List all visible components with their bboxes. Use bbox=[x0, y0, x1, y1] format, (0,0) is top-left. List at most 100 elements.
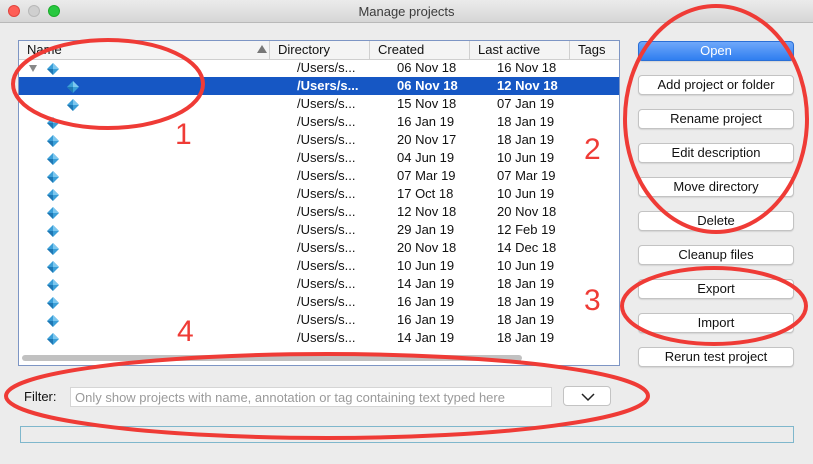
project-created: 14 Jan 19 bbox=[397, 276, 455, 291]
project-icon bbox=[47, 296, 59, 309]
project-directory: /Users/s... bbox=[297, 186, 356, 201]
project-directory: /Users/s... bbox=[297, 60, 356, 75]
project-directory: /Users/s... bbox=[297, 294, 356, 309]
delete-button[interactable]: Delete bbox=[638, 211, 794, 231]
project-last-active: 16 Nov 18 bbox=[497, 60, 557, 75]
table-row[interactable]: Wibble/Users/s...20 Nov 1814 Dec 18 bbox=[19, 239, 619, 257]
title-bar: Manage projects bbox=[0, 0, 813, 23]
project-last-active: 20 Nov 18 bbox=[497, 204, 557, 219]
table-row[interactable]: gere/Users/s...16 Jan 1918 Jan 19 bbox=[19, 293, 619, 311]
project-created: 04 Jun 19 bbox=[397, 150, 455, 165]
table-header: Name Directory Created Last active Tags bbox=[19, 41, 619, 60]
project-icon bbox=[47, 332, 59, 345]
table-body: 20181106_phaser_crystal_co.../Users/s...… bbox=[19, 59, 619, 347]
project-created: 14 Jan 19 bbox=[397, 330, 455, 345]
sort-ascending-icon bbox=[257, 45, 267, 53]
project-last-active: 10 Jun 19 bbox=[497, 150, 555, 165]
projects-tree[interactable]: Name Directory Created Last active Tags … bbox=[18, 40, 620, 366]
edit-description-button[interactable]: Edit description bbox=[638, 143, 794, 163]
import-button[interactable]: Import bbox=[638, 313, 794, 333]
project-icon bbox=[47, 116, 59, 129]
project-directory: /Users/s... bbox=[297, 168, 356, 183]
project-icon bbox=[47, 242, 59, 255]
project-directory: /Users/s... bbox=[297, 240, 356, 255]
expand-triangle-icon[interactable] bbox=[29, 65, 37, 72]
project-created: 15 Nov 18 bbox=[397, 96, 457, 111]
status-bar bbox=[20, 426, 794, 443]
horizontal-scrollbar[interactable] bbox=[22, 355, 522, 361]
filter-label: Filter: bbox=[24, 389, 57, 404]
project-created: 10 Jun 19 bbox=[397, 258, 455, 273]
project-icon bbox=[47, 170, 59, 183]
project-created: 29 Jan 19 bbox=[397, 222, 455, 237]
table-row[interactable]: MrBUMPTest/Users/s...17 Oct 1810 Jun 19 bbox=[19, 185, 619, 203]
project-icon bbox=[47, 134, 59, 147]
project-directory: /Users/s... bbox=[297, 204, 356, 219]
table-row[interactable]: rnase/Users/s...16 Jan 1918 Jan 19 bbox=[19, 311, 619, 329]
annotation-number-3: 3 bbox=[584, 284, 601, 317]
project-last-active: 18 Jan 19 bbox=[497, 132, 555, 147]
project-last-active: 18 Jan 19 bbox=[497, 114, 555, 129]
table-row[interactable]: 5yca/Users/s...16 Jan 1918 Jan 19 bbox=[19, 113, 619, 131]
window-title: Manage projects bbox=[358, 4, 455, 19]
project-last-active: 10 Jun 19 bbox=[497, 258, 555, 273]
column-header-tags[interactable]: Tags bbox=[569, 41, 619, 59]
rerun-test-project-button[interactable]: Rerun test project bbox=[638, 347, 794, 367]
project-last-active: 12 Nov 18 bbox=[497, 78, 558, 93]
table-row[interactable]: S100/Users/s...29 Jan 1912 Feb 19 bbox=[19, 221, 619, 239]
add-project-or-folder-button[interactable]: Add project or folder bbox=[638, 75, 794, 95]
project-directory: /Users/s... bbox=[297, 258, 356, 273]
export-button[interactable]: Export bbox=[638, 279, 794, 299]
project-icon bbox=[47, 278, 59, 291]
move-directory-button[interactable]: Move directory bbox=[638, 177, 794, 197]
project-created: 16 Jan 19 bbox=[397, 114, 455, 129]
project-directory: /Users/s... bbox=[297, 330, 356, 345]
filter-input[interactable] bbox=[70, 387, 552, 407]
project-icon bbox=[47, 62, 59, 75]
annotation-number-4: 4 bbox=[177, 315, 194, 348]
table-row[interactable]: JUNK_MOVE/Users/s...07 Mar 1907 Mar 19 bbox=[19, 167, 619, 185]
project-created: 20 Nov 18 bbox=[397, 240, 457, 255]
table-row[interactable]: CASU2/Users/s...20 Nov 1718 Jan 19 bbox=[19, 131, 619, 149]
project-directory: /Users/s... bbox=[297, 222, 356, 237]
project-last-active: 18 Jan 19 bbox=[497, 294, 555, 309]
annotation-number-1: 1 bbox=[175, 118, 192, 151]
column-header-name[interactable]: Name bbox=[19, 41, 269, 59]
table-row[interactable]: ffff/Users/s...14 Jan 1918 Jan 19 bbox=[19, 275, 619, 293]
project-created: 12 Nov 18 bbox=[397, 204, 457, 219]
table-row[interactable]: FindLigandTest/Users/s...04 Jun 1910 Jun… bbox=[19, 149, 619, 167]
project-icon bbox=[67, 98, 79, 111]
cleanup-files-button[interactable]: Cleanup files bbox=[638, 245, 794, 265]
table-row[interactable]: QStringQVariant-api2/Users/s...12 Nov 18… bbox=[19, 203, 619, 221]
project-directory: /Users/s... bbox=[297, 114, 356, 129]
project-icon bbox=[47, 206, 59, 219]
project-icon bbox=[47, 260, 59, 273]
table-row[interactable]: 20181106_phaser_crystal_co.../Users/s...… bbox=[19, 59, 619, 77]
table-row[interactable]: BlankPy3/Users/s...15 Nov 1807 Jan 19 bbox=[19, 95, 619, 113]
column-header-directory[interactable]: Directory bbox=[269, 41, 369, 59]
project-created: 16 Jan 19 bbox=[397, 312, 455, 327]
filter-options-dropdown[interactable] bbox=[563, 386, 611, 406]
chevron-down-icon bbox=[581, 393, 595, 402]
rename-project-button[interactable]: Rename project bbox=[638, 109, 794, 129]
project-icon bbox=[47, 224, 59, 237]
project-created: 16 Jan 19 bbox=[397, 294, 455, 309]
project-directory: /Users/s... bbox=[297, 78, 359, 93]
project-last-active: 10 Jun 19 bbox=[497, 186, 555, 201]
project-directory: /Users/s... bbox=[297, 132, 356, 147]
column-header-last-active[interactable]: Last active bbox=[469, 41, 569, 59]
table-row[interactable]: demo_doc/Users/s...10 Jun 1910 Jun 19 bbox=[19, 257, 619, 275]
project-last-active: 14 Dec 18 bbox=[497, 240, 557, 255]
project-icon bbox=[47, 152, 59, 165]
table-row[interactable]: ssss/Users/s...14 Jan 1918 Jan 19 bbox=[19, 329, 619, 347]
open-button[interactable]: Open bbox=[638, 41, 794, 61]
project-last-active: 07 Jan 19 bbox=[497, 96, 555, 111]
project-last-active: 12 Feb 19 bbox=[497, 222, 556, 237]
project-directory: /Users/s... bbox=[297, 276, 356, 291]
project-directory: /Users/s... bbox=[297, 150, 356, 165]
table-row[interactable]: 3q5r/Users/s...06 Nov 1812 Nov 18 bbox=[19, 77, 619, 95]
column-header-created[interactable]: Created bbox=[369, 41, 469, 59]
project-last-active: 18 Jan 19 bbox=[497, 330, 555, 345]
project-icon bbox=[47, 314, 59, 327]
project-last-active: 07 Mar 19 bbox=[497, 168, 556, 183]
